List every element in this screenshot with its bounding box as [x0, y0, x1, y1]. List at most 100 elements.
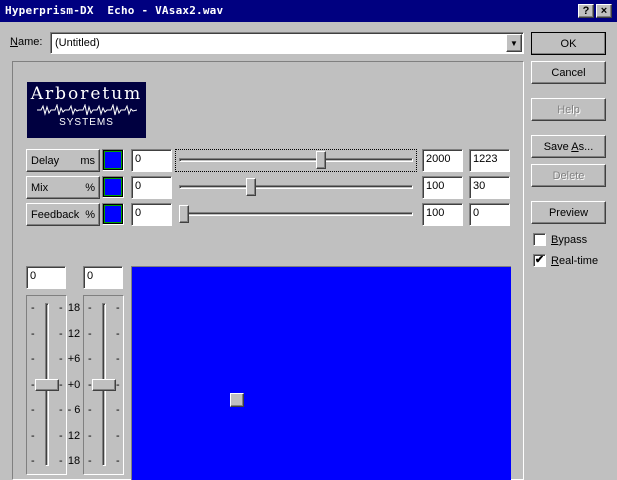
xy-pad-handle[interactable]	[230, 393, 244, 407]
fader-tick: -	[116, 302, 120, 314]
param-current-value: 0	[473, 207, 480, 219]
chevron-down-icon: ▼	[510, 38, 518, 48]
close-icon: ×	[600, 4, 608, 17]
param-slider-0[interactable]	[175, 149, 417, 172]
param-slider-track	[179, 185, 413, 189]
name-label-accel: N	[10, 36, 18, 48]
bypass-checkbox-row[interactable]: Bypass	[533, 233, 587, 246]
name-label-rest: ame:	[17, 36, 43, 48]
ok-label: OK	[560, 37, 577, 50]
fader-tick: -	[31, 327, 35, 340]
fader-tick: -	[88, 353, 92, 365]
title-bar: Hyperprism-DX Echo - VAsax2.wav ? ×	[0, 0, 617, 22]
scale-label: 18	[67, 302, 81, 314]
left-level-field[interactable]: 0	[26, 266, 66, 289]
help-icon: ?	[582, 4, 590, 17]
bypass-checkbox[interactable]	[533, 233, 546, 246]
param-name: Mix	[31, 181, 49, 194]
param-name: Delay	[31, 154, 60, 167]
bypass-label-rest: ypass	[558, 233, 588, 246]
param-min-value: 0	[135, 207, 142, 219]
param-max-field-2[interactable]: 100	[422, 203, 463, 226]
scale-label: 18	[67, 455, 81, 467]
logo-subtitle: SYSTEMS	[59, 117, 114, 128]
fader-tick: -	[116, 353, 120, 365]
slider-focus-outline	[175, 149, 417, 172]
cancel-button[interactable]: Cancel	[531, 61, 606, 84]
logo-wordmark: Arboretum	[30, 84, 143, 104]
bypass-label: Bypass	[551, 234, 587, 246]
param-current-value: 1223	[473, 153, 498, 165]
close-button[interactable]: ×	[596, 4, 612, 18]
realtime-label-rest: eal-time	[558, 254, 599, 267]
name-combobox[interactable]: (Untitled) ▼	[50, 32, 524, 54]
ok-button[interactable]: OK	[531, 32, 606, 55]
fader-tick: -	[88, 327, 92, 340]
param-color-swatch-0[interactable]	[102, 149, 124, 171]
fader-tick: -	[31, 302, 35, 314]
right-level-value: 0	[87, 270, 94, 282]
fader-tick: -	[116, 429, 120, 442]
fader-tick: -	[88, 455, 92, 467]
param-slider-thumb[interactable]	[179, 205, 189, 223]
param-color-swatch-2[interactable]	[102, 203, 124, 225]
param-unit: %	[85, 208, 95, 221]
left-fader-thumb[interactable]	[35, 379, 59, 391]
param-slider-thumb[interactable]	[246, 178, 256, 196]
realtime-checkbox[interactable]: ✔	[533, 254, 546, 267]
fader-tick: -	[88, 429, 92, 442]
help-button[interactable]: Help	[531, 98, 606, 121]
save-as-label: Save As...	[544, 141, 594, 153]
fader-tick: -	[31, 429, 35, 442]
param-min-field-1[interactable]: 0	[131, 176, 172, 199]
fader-tick: -	[31, 353, 35, 365]
scale-label: - 6	[67, 404, 81, 416]
save-as-label-accel: A	[571, 140, 579, 153]
param-unit: ms	[80, 154, 95, 167]
save-as-button[interactable]: Save As...	[531, 135, 606, 158]
fader-tick: -	[31, 455, 35, 467]
param-value-field-0[interactable]: 1223	[469, 149, 510, 172]
param-button-1[interactable]: Mix %	[26, 176, 100, 199]
window-title: Hyperprism-DX Echo - VAsax2.wav	[5, 4, 224, 17]
delete-label: Delete	[552, 169, 585, 182]
scale-label: 12	[67, 327, 81, 340]
param-min-value: 0	[135, 180, 142, 192]
help-label: Help	[557, 103, 580, 116]
save-as-label-start: Save	[543, 140, 572, 153]
logo-waveform-icon	[36, 104, 137, 116]
param-slider-track	[179, 212, 413, 216]
param-slider-1[interactable]	[179, 176, 413, 199]
param-unit: %	[85, 181, 95, 194]
param-value-field-1[interactable]: 30	[469, 176, 510, 199]
param-max-value: 100	[426, 207, 445, 219]
param-current-value: 30	[473, 180, 486, 192]
preview-label: Preview	[548, 206, 589, 219]
name-dropdown-button[interactable]: ▼	[506, 34, 522, 52]
right-fader-thumb[interactable]	[92, 379, 116, 391]
scale-label: +0	[67, 378, 81, 391]
param-button-0[interactable]: Delay ms	[26, 149, 100, 172]
xy-pad[interactable]	[131, 266, 511, 480]
param-max-value: 2000	[426, 153, 451, 165]
param-min-field-0[interactable]: 0	[131, 149, 172, 172]
arboretum-logo: Arboretum SYSTEMS	[27, 82, 146, 138]
fader-tick: -	[116, 327, 120, 340]
param-color-swatch-1[interactable]	[102, 176, 124, 198]
preview-button[interactable]: Preview	[531, 201, 606, 224]
param-max-field-0[interactable]: 2000	[422, 149, 463, 172]
param-slider-2[interactable]	[179, 203, 413, 226]
realtime-label-accel: R	[551, 254, 559, 267]
help-title-button[interactable]: ?	[578, 4, 594, 18]
param-value-field-2[interactable]: 0	[469, 203, 510, 226]
realtime-checkbox-row[interactable]: ✔ Real-time	[533, 254, 598, 267]
fader-tick: -	[88, 302, 92, 314]
delete-button[interactable]: Delete	[531, 164, 606, 187]
save-as-label-end: s...	[578, 140, 594, 153]
param-min-field-2[interactable]: 0	[131, 203, 172, 226]
param-button-2[interactable]: Feedback %	[26, 203, 100, 226]
left-level-value: 0	[30, 270, 37, 282]
right-level-field[interactable]: 0	[83, 266, 123, 289]
realtime-label: Real-time	[551, 255, 598, 267]
param-max-field-1[interactable]: 100	[422, 176, 463, 199]
